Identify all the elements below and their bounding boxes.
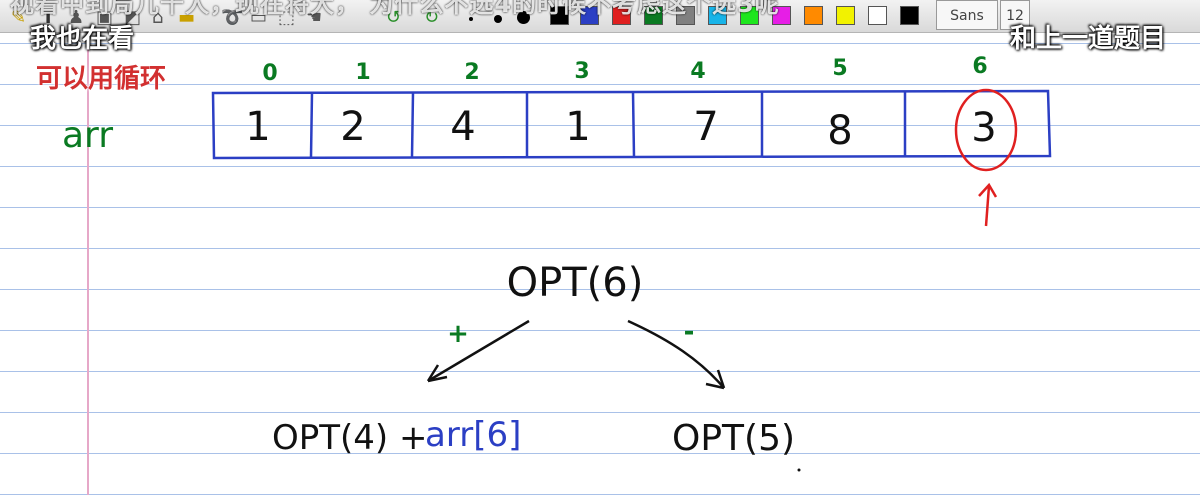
minus-label: - (684, 317, 695, 347)
index-label: 3 (574, 59, 589, 84)
color-swatch-yellow[interactable] (836, 6, 855, 25)
index-label: 4 (690, 59, 705, 84)
stray-dot (797, 468, 801, 472)
index-label: 6 (972, 54, 987, 79)
array-cell-value: 1 (245, 104, 270, 150)
color-swatch-black-2[interactable] (900, 6, 919, 25)
array-cell-value: 1 (565, 104, 590, 150)
array-cell-value: 4 (450, 104, 475, 150)
array-cell-value: 7 (693, 104, 718, 150)
handwriting-layer: 0 1 2 3 4 5 6 arr 1 2 4 1 7 8 3 OPT(6) +… (62, 54, 1052, 472)
array-cell-value: 8 (827, 108, 852, 154)
array-cell-value: 2 (340, 104, 365, 150)
left-child-node: OPT(4) + (272, 418, 428, 458)
left-child-arr-term: arr[6] (425, 415, 521, 455)
notebook-canvas[interactable]: 0 1 2 3 4 5 6 arr 1 2 4 1 7 8 3 OPT(6) +… (0, 0, 1200, 495)
arr-label: arr (62, 115, 113, 156)
red-arrow-mark (984, 185, 991, 227)
subtitle-top-line: 视着中到局儿十人，现在将大， 为什么不选4的时候不考虑这个选3呢 (10, 0, 780, 18)
index-label: 2 (464, 60, 479, 85)
index-label: 1 (355, 60, 370, 85)
subtitle-left-red: 可以用循环 (36, 64, 167, 94)
right-child-node: OPT(5) (672, 418, 795, 459)
color-swatch-white[interactable] (868, 6, 887, 25)
color-swatch-orange[interactable] (804, 6, 823, 25)
subtitle-left: 我也在看 (30, 24, 135, 54)
index-label: 0 (262, 61, 277, 86)
array-cell-value: 3 (971, 105, 996, 151)
left-branch-arrow (427, 319, 530, 383)
plus-label: + (447, 319, 469, 349)
index-label: 5 (832, 56, 847, 81)
subtitle-right: 和上一道题目 (1010, 24, 1167, 54)
right-branch-arrow (627, 319, 725, 389)
font-name-button[interactable]: Sans (936, 0, 998, 30)
root-node: OPT(6) (507, 260, 644, 306)
array-box (211, 89, 1052, 160)
left-arrow-head (426, 364, 448, 383)
